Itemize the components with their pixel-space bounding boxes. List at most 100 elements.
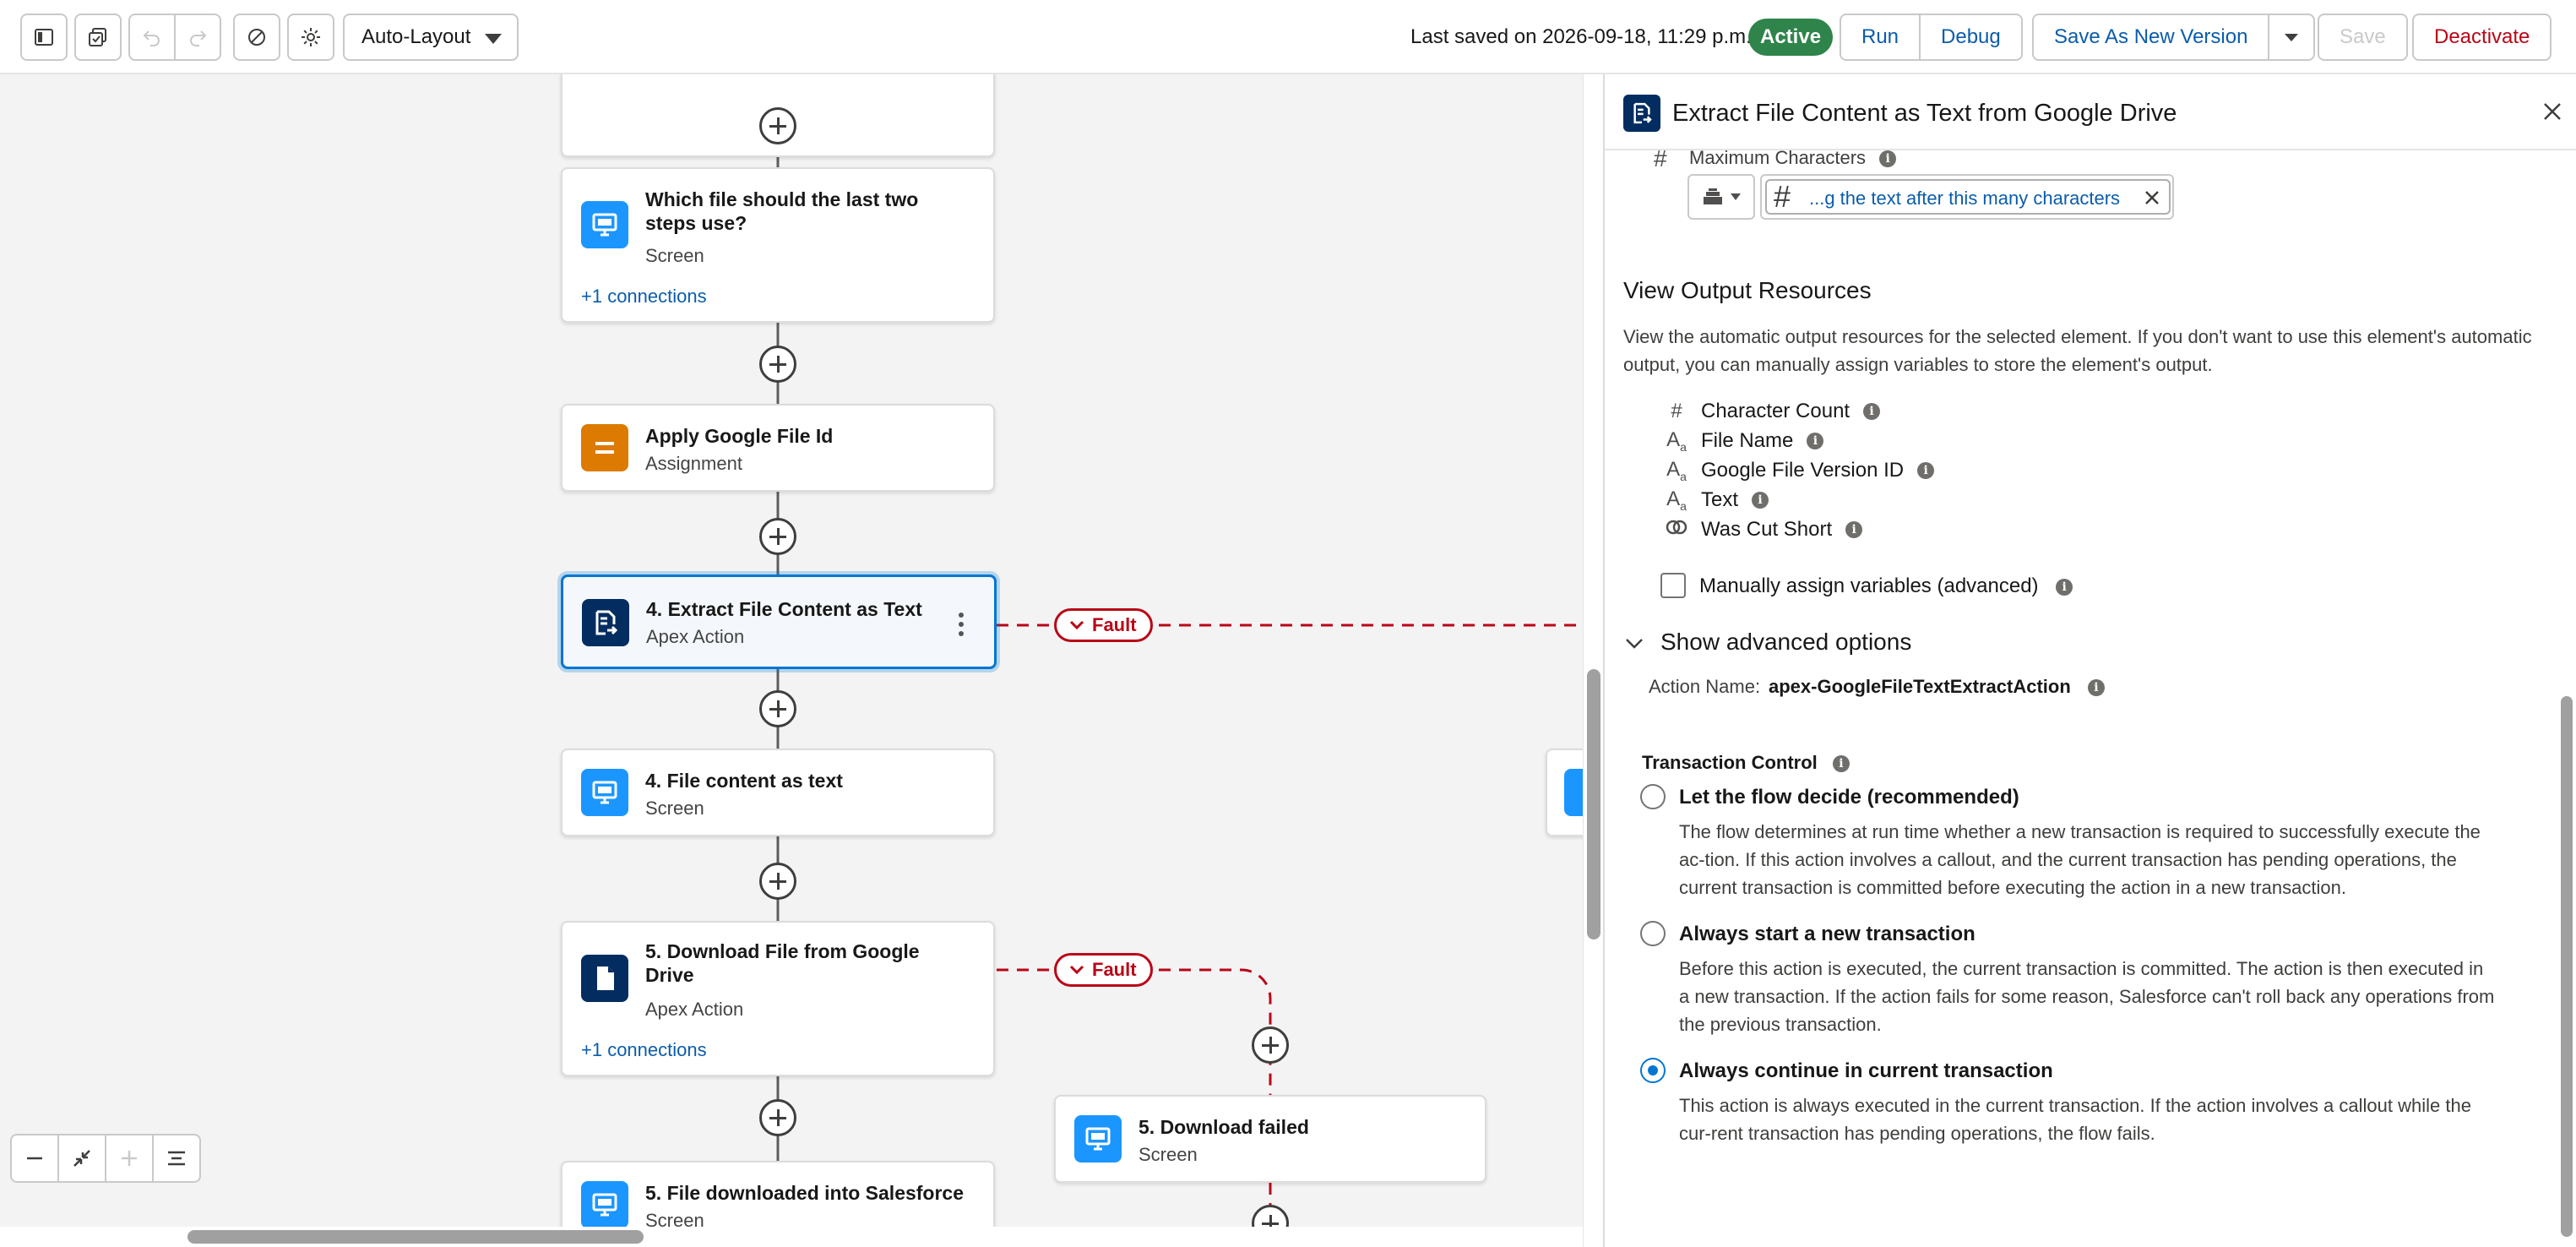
node-title: 5. Download File from Google Drive: [645, 940, 920, 986]
zoom-out-button[interactable]: [10, 1134, 59, 1183]
screen-icon: [1074, 1115, 1122, 1163]
undo-button[interactable]: [128, 14, 176, 61]
max-chars-value: ...g the text after this many characters: [1809, 188, 2121, 209]
flow-versions-button[interactable]: [74, 14, 122, 61]
scrollbar-thumb[interactable]: [187, 1230, 644, 1244]
radio-always-new-transaction[interactable]: [1640, 921, 1666, 946]
save-as-new-version-button[interactable]: Save As New Version: [2032, 14, 2270, 61]
run-debug-group: Run Debug: [1840, 14, 2023, 61]
add-element-button[interactable]: [759, 690, 796, 727]
undo-icon: [143, 30, 160, 46]
save-as-group: Save As New Version: [2032, 14, 2316, 61]
errors-button[interactable]: [233, 14, 280, 61]
flow-node-download-file[interactable]: 5. Download File from Google Drive Apex …: [561, 921, 995, 1076]
layout-mode-select[interactable]: Auto-Layout: [343, 14, 519, 61]
node-menu-icon[interactable]: [959, 613, 964, 640]
resource-stack-icon: [1704, 188, 1722, 204]
settings-icon: [302, 28, 320, 46]
info-icon[interactable]: i: [1845, 521, 1863, 538]
fault-label: Fault: [1092, 959, 1137, 980]
flow-node-partial-right[interactable]: [1546, 749, 1583, 836]
info-icon[interactable]: i: [1832, 755, 1850, 773]
toggle-sidebar-button[interactable]: [20, 14, 68, 61]
screen-icon: [581, 1181, 628, 1228]
zoom-in-button[interactable]: [105, 1134, 154, 1183]
boolean-icon: [1664, 518, 1689, 542]
chevron-down-icon: [1069, 620, 1084, 630]
max-chars-input[interactable]: # ...g the text after this many characte…: [1760, 174, 2174, 220]
scrollbar-thumb[interactable]: [2561, 696, 2573, 1237]
info-icon[interactable]: i: [1863, 403, 1881, 420]
transaction-control-text: Transaction Control: [1642, 752, 1818, 773]
node-connections-link[interactable]: +1 connections: [581, 286, 707, 308]
info-icon[interactable]: i: [2087, 679, 2105, 697]
option-description: This action is always executed in the cu…: [1679, 1095, 2471, 1144]
status-badge: Active: [1748, 19, 1834, 56]
info-icon[interactable]: i: [1752, 492, 1769, 509]
scrollbar-thumb[interactable]: [1587, 669, 1600, 939]
close-icon[interactable]: [2541, 100, 2564, 123]
max-chars-label: Maximum Characters i: [1689, 147, 1897, 169]
save-button[interactable]: Save: [2318, 14, 2408, 61]
redo-button[interactable]: [174, 14, 221, 61]
flow-canvas[interactable]: Which file should the last two steps use…: [0, 74, 1583, 1247]
resource-pill[interactable]: # ...g the text after this many characte…: [1765, 179, 2171, 215]
toggle-sidebar-icon: [35, 29, 53, 46]
node-title: Apply Google File Id: [645, 425, 834, 447]
add-element-button[interactable]: [759, 107, 796, 144]
node-connections-link[interactable]: +1 connections: [581, 1039, 707, 1061]
info-icon[interactable]: i: [1879, 150, 1897, 168]
resource-label: Google File Version ID: [1701, 459, 1905, 482]
center-view-button[interactable]: [152, 1134, 201, 1183]
flow-node-extract-file-content[interactable]: 4. Extract File Content as Text Apex Act…: [561, 574, 997, 669]
run-label: Run: [1861, 25, 1899, 48]
run-button[interactable]: Run: [1840, 14, 1921, 61]
fit-view-button[interactable]: [57, 1134, 106, 1183]
radio-always-continue-transaction[interactable]: [1640, 1058, 1666, 1083]
show-advanced-toggle[interactable]: Show advanced options: [1660, 629, 1911, 656]
last-saved-text: Last saved on 2026-09-18, 11:29 p.m.: [1410, 25, 1752, 48]
info-icon[interactable]: i: [1807, 433, 1824, 449]
add-element-button[interactable]: [759, 518, 796, 555]
flow-settings-button[interactable]: [287, 14, 334, 61]
chevron-down-icon[interactable]: [1623, 632, 1645, 654]
info-icon[interactable]: i: [1917, 462, 1935, 479]
add-element-button[interactable]: [1252, 1026, 1289, 1064]
layout-mode-value: Auto-Layout: [361, 25, 471, 48]
resource-label: Was Cut Short: [1701, 518, 1833, 541]
canvas-vertical-scrollbar[interactable]: [1583, 74, 1603, 1247]
add-element-button[interactable]: [759, 346, 796, 383]
flow-node-apply-google-file-id[interactable]: Apply Google File Id Assignment: [561, 404, 995, 492]
option-description: Before this action is executed, the curr…: [1679, 958, 2495, 1035]
properties-panel: Extract File Content as Text from Google…: [1603, 74, 2576, 1247]
add-element-button[interactable]: [759, 1099, 796, 1136]
view-output-heading: View Output Resources: [1623, 277, 1872, 303]
remove-icon[interactable]: [2144, 189, 2160, 206]
manual-assign-checkbox[interactable]: [1660, 573, 1686, 598]
debug-button[interactable]: Debug: [1919, 14, 2023, 61]
save-as-new-version-label: Save As New Version: [2054, 25, 2248, 48]
deactivate-button[interactable]: Deactivate: [2412, 14, 2552, 61]
output-resource-row: Aa File Name i: [1664, 427, 1824, 455]
fault-badge: Fault: [1054, 953, 1153, 987]
zoom-controls: [10, 1134, 201, 1183]
flow-node-file-content-as-text[interactable]: 4. File content as text Screen: [561, 749, 995, 836]
flow-node-which-file[interactable]: Which file should the last two steps use…: [561, 167, 995, 323]
flow-node-download-failed[interactable]: 5. Download failed Screen: [1054, 1095, 1486, 1183]
save-options-dropdown[interactable]: [2268, 14, 2316, 61]
number-icon: #: [1654, 145, 1667, 172]
option-label: Always start a new transaction: [1679, 923, 1975, 945]
node-type: Screen: [645, 798, 704, 819]
errors-icon: [248, 29, 265, 46]
radio-let-flow-decide[interactable]: [1640, 784, 1666, 809]
resource-type-picker[interactable]: [1687, 174, 1755, 220]
chevron-down-icon: [1069, 965, 1084, 975]
fault-label: Fault: [1092, 614, 1137, 635]
add-element-button[interactable]: [759, 863, 796, 900]
save-label: Save: [2340, 25, 2386, 48]
info-icon[interactable]: i: [2056, 578, 2073, 596]
resource-label: File Name: [1701, 429, 1794, 452]
flow-versions-icon: [89, 28, 106, 46]
canvas-horizontal-scrollbar[interactable]: [0, 1227, 1583, 1247]
panel-vertical-scrollbar[interactable]: [2557, 155, 2576, 1247]
